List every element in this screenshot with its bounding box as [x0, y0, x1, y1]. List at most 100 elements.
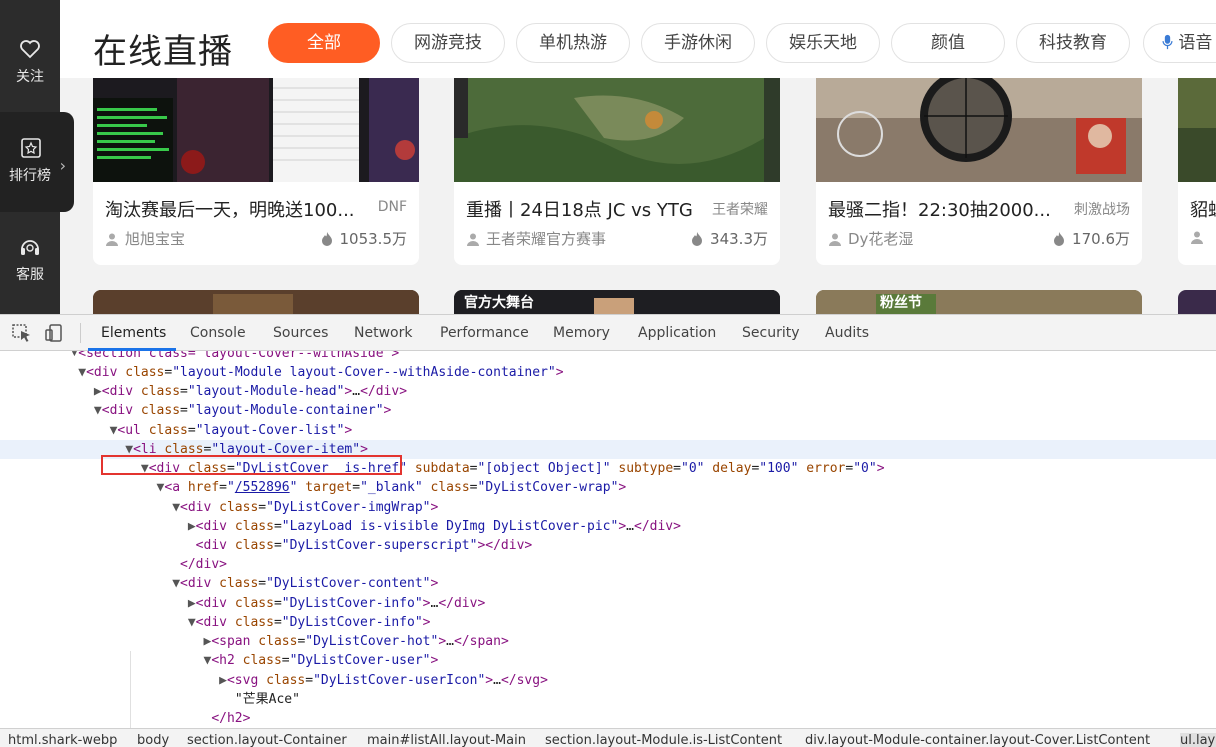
tab-looks[interactable]: 颜值: [891, 23, 1005, 63]
card-user-name: 王者荣耀官方赛事: [486, 230, 607, 248]
tab-console[interactable]: Console: [190, 325, 246, 341]
dom-node[interactable]: ▶<div class="LazyLoad is-visible DyImg D…: [0, 517, 1216, 536]
dom-node[interactable]: ▶<svg class="DyListCover-userIcon">…</sv…: [0, 671, 1216, 690]
breadcrumb-item[interactable]: section.layout-Module.is-ListContent: [545, 733, 782, 747]
tab-performance[interactable]: Performance: [440, 325, 529, 341]
card-category[interactable]: 刺激战场: [1074, 199, 1130, 219]
breadcrumb: html.shark-webp body section.layout-Cont…: [0, 728, 1216, 747]
card-hot: 1053.5万: [320, 228, 408, 249]
dom-node[interactable]: ▼<div class="layout-Module-container">: [0, 401, 1216, 420]
card-hot: 343.3万: [690, 228, 768, 249]
live-card[interactable]: 重播丨24日18点 JC vs YTG 王者荣耀 王者荣耀官方赛事 343.3万: [454, 78, 780, 265]
breadcrumb-item[interactable]: html.shark-webp: [8, 733, 117, 747]
breadcrumb-item[interactable]: body: [137, 733, 169, 747]
live-card[interactable]: 貂蝉: [1178, 78, 1216, 265]
live-site-view: 关注 排行榜 › 客服 在线直播 全部 网游竞技 单机热游 手游休闲 娱乐天地 …: [0, 0, 1216, 314]
tab-network[interactable]: Network: [354, 325, 412, 341]
microphone-icon: [1162, 34, 1173, 50]
heart-icon: [20, 40, 40, 59]
tab-single-player[interactable]: 单机热游: [516, 23, 630, 63]
toolbar-divider: [80, 323, 81, 343]
dom-node[interactable]: </div>: [0, 555, 1216, 574]
dom-node[interactable]: <div class="DyListCover-superscript"></d…: [0, 536, 1216, 555]
card-hot-count: 343.3万: [710, 230, 768, 248]
card-hot: 170.6万: [1052, 228, 1130, 249]
tab-all[interactable]: 全部: [268, 23, 380, 63]
breadcrumb-item[interactable]: main#listAll.layout-Main: [367, 733, 526, 747]
dom-text-node[interactable]: "芒果Ace": [0, 690, 1216, 709]
tab-label: 语音: [1178, 33, 1213, 53]
tab-sources[interactable]: Sources: [273, 325, 328, 341]
card-category[interactable]: DNF: [378, 199, 407, 215]
dom-node[interactable]: ▶<div class="layout-Module-head">…</div>: [0, 382, 1216, 401]
sidebar-item-ranking[interactable]: 排行榜 ›: [0, 112, 74, 212]
card-hot-count: 1053.5万: [339, 230, 408, 248]
breadcrumb-item-active[interactable]: ul.layout-Cover-list: [1180, 733, 1216, 747]
sidebar-item-follow[interactable]: 关注: [0, 36, 60, 86]
href-link[interactable]: /552896: [235, 480, 290, 495]
dom-node[interactable]: ▶<span class="DyListCover-hot">…</span>: [0, 632, 1216, 651]
card-user: 王者荣耀官方赛事: [466, 228, 606, 249]
dom-node[interactable]: ▼<div class="DyListCover-info">: [0, 613, 1216, 632]
sidebar-item-label: 排行榜: [9, 168, 51, 184]
card-hot-count: 170.6万: [1072, 230, 1130, 248]
tab-memory[interactable]: Memory: [553, 325, 610, 341]
tree-guide-line: [130, 651, 131, 728]
tab-mobile-games[interactable]: 手游休闲: [641, 23, 755, 63]
tab-application[interactable]: Application: [638, 325, 716, 341]
dom-node[interactable]: ▼<div class="DyListCover-content">: [0, 574, 1216, 593]
device-toolbar-icon[interactable]: [44, 324, 64, 342]
dom-node[interactable]: </h2>: [0, 709, 1216, 728]
inspect-element-icon[interactable]: [12, 324, 32, 342]
fire-icon: [692, 232, 703, 246]
dom-node[interactable]: ▼<div class="layout-Module layout-Cover-…: [0, 363, 1216, 382]
dom-node[interactable]: ▼<div class="DyListCover-imgWrap">: [0, 498, 1216, 517]
tab-voice[interactable]: 语音: [1143, 23, 1216, 63]
sidebar-item-label: 客服: [16, 267, 44, 283]
dom-node[interactable]: ▼<a href="/552896" target="_blank" class…: [0, 478, 1216, 497]
card-title: 重播丨24日18点 JC vs YTG: [466, 200, 693, 221]
live-card[interactable]: 淘汰赛最后一天，明晚送100... DNF 旭旭宝宝 1053.5万: [93, 78, 419, 265]
sidebar-item-label: 关注: [16, 69, 44, 85]
sidebar-item-service[interactable]: 客服: [0, 234, 60, 284]
annotation-highlight-box: [101, 455, 402, 475]
tab-online-games[interactable]: 网游竞技: [391, 23, 505, 63]
page-title: 在线直播: [93, 32, 233, 72]
live-card-thumbnail[interactable]: [1178, 290, 1216, 314]
live-card-thumbnail[interactable]: 官方大舞台: [454, 290, 780, 314]
card-user-name: 旭旭宝宝: [125, 230, 186, 248]
breadcrumb-item[interactable]: section.layout-Container: [187, 733, 347, 747]
user-icon: [467, 233, 479, 246]
dom-node[interactable]: ▶<div class="DyListCover-info">…</div>: [0, 594, 1216, 613]
card-title: 貂蝉: [1190, 200, 1216, 221]
breadcrumb-item[interactable]: div.layout-Module-container.layout-Cover…: [805, 733, 1150, 747]
devtools-panel: Elements Console Sources Network Perform…: [0, 314, 1216, 747]
stream-thumbnail: [1178, 78, 1216, 182]
tab-audits[interactable]: Audits: [825, 325, 869, 341]
live-card[interactable]: 最骚二指！22:30抽2000... 刺激战场 Dy花老湿 170.6万: [816, 78, 1142, 265]
tab-security[interactable]: Security: [742, 325, 800, 341]
card-user-name: Dy花老湿: [848, 230, 914, 248]
stream-thumbnail: [816, 78, 1142, 182]
live-card-thumbnail[interactable]: 粉丝节: [816, 290, 1142, 314]
category-bar: 在线直播 全部 网游竞技 单机热游 手游休闲 娱乐天地 颜值 科技教育 语音: [60, 10, 1216, 78]
tab-elements[interactable]: Elements: [101, 325, 166, 341]
screen: 关注 排行榜 › 客服 在线直播 全部 网游竞技 单机热游 手游休闲 娱乐天地 …: [0, 0, 1216, 747]
stream-thumbnail: [93, 290, 419, 314]
headset-icon: [21, 240, 39, 255]
dom-tree: ▾<section class="layout-Cover--withAside…: [0, 351, 1216, 728]
user-icon: [829, 233, 841, 246]
user-icon: [106, 233, 118, 246]
dom-node[interactable]: ▼<ul class="layout-Cover-list">: [0, 421, 1216, 440]
tab-entertainment[interactable]: 娱乐天地: [766, 23, 880, 63]
dom-node[interactable]: ▼<h2 class="DyListCover-user">: [0, 651, 1216, 670]
stream-badge: 粉丝节: [880, 295, 922, 311]
card-category[interactable]: 王者荣耀: [712, 199, 768, 219]
dom-node[interactable]: ▾<section class="layout-Cover--withAside…: [0, 351, 1216, 363]
live-card-thumbnail[interactable]: [93, 290, 419, 314]
tab-tech-education[interactable]: 科技教育: [1016, 23, 1130, 63]
fire-icon: [1054, 232, 1065, 246]
user-icon: [1191, 231, 1203, 244]
stream-thumbnail: [816, 290, 1142, 314]
ranking-icon: [21, 138, 41, 158]
